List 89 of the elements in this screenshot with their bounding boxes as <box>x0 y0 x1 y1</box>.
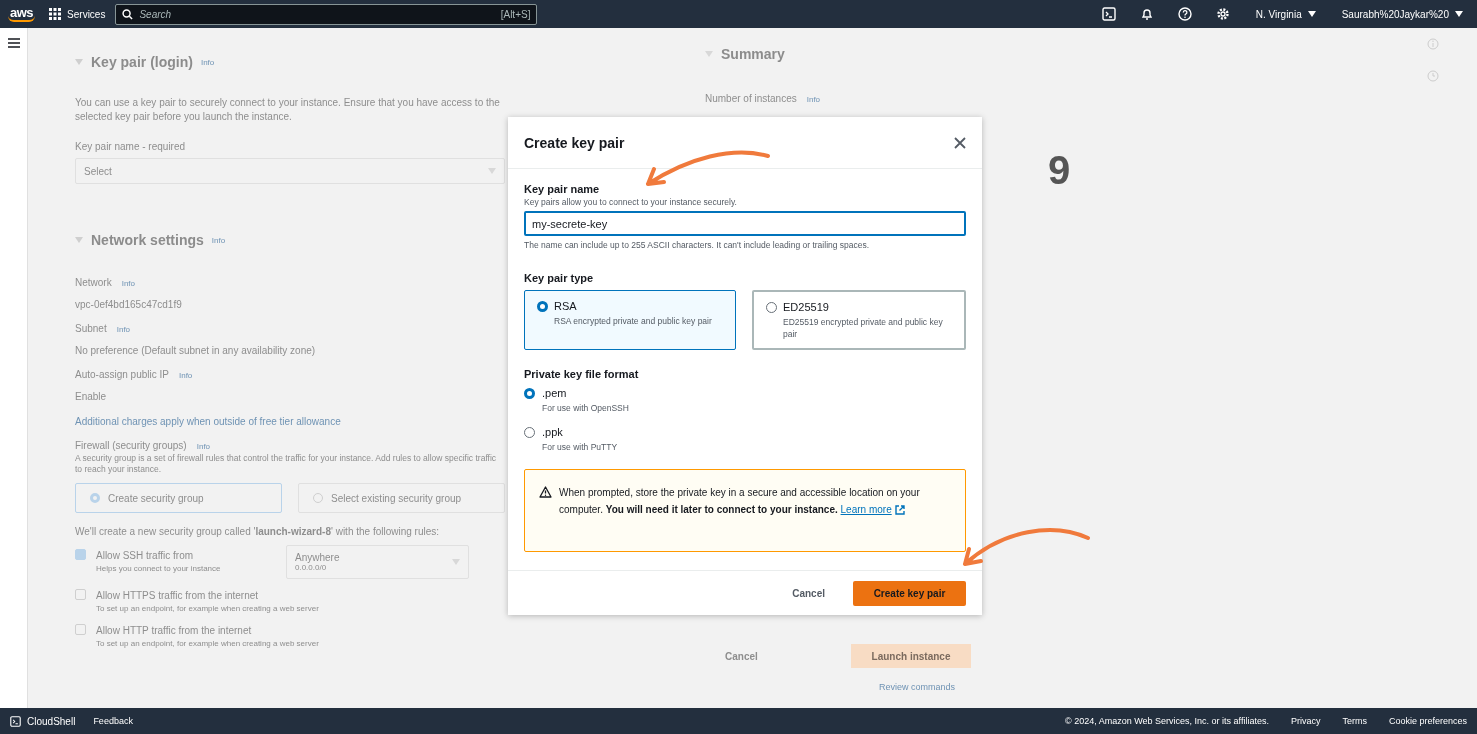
terminal-icon[interactable] <box>1101 7 1116 21</box>
external-link-icon <box>894 504 905 515</box>
field-label: Subnet <box>75 322 107 336</box>
info-link[interactable]: Info <box>211 235 226 245</box>
copyright-text: © 2024, Amazon Web Services, Inc. or its affiliates. <box>1065 716 1269 726</box>
caret-icon <box>705 51 713 57</box>
field-label: Private key file format <box>524 368 640 380</box>
rule-hint: To set up an endpoint, for example when creating a web server <box>96 638 319 649</box>
section-description: You can use a key pair to securely connect to your instance. Ensure that you have access to the selected key pair before you launch the instance. <box>75 96 501 124</box>
field-value: vpc-0ef4bd165c47cd1f9 <box>75 298 183 312</box>
rule-label: Allow SSH traffic from <box>96 549 195 563</box>
security-group-note: We'll create a new security group called 'launch-wizard-8' with the following rules: <box>75 525 441 539</box>
warning-text: When prompted, store the private key in a secure and accessible location on your computer. You will need it later to connect to your instance. Learn more <box>559 484 939 537</box>
create-key-pair-button[interactable]: Create key pair <box>853 580 966 606</box>
charges-note: Additional charges apply when outside of free tier allowance <box>75 416 342 427</box>
caret-icon <box>1455 11 1463 17</box>
dialog-title: Create key pair <box>524 134 625 151</box>
step-number: 9 <box>1048 148 1071 193</box>
help-icon[interactable] <box>1177 7 1192 21</box>
info-link[interactable]: Info <box>116 324 131 334</box>
cancel-button[interactable]: Cancel <box>725 650 758 662</box>
launch-instance-button[interactable]: Launch instance <box>851 644 971 668</box>
settings-icon[interactable] <box>1215 7 1230 21</box>
caret-icon <box>452 559 460 565</box>
terminal-icon <box>10 715 21 727</box>
radio-button[interactable] <box>524 388 535 399</box>
learn-more-link[interactable]: Learn more <box>840 501 905 518</box>
field-hint: The name can include up to 255 ASCII characters. It can't include leading or trailing spaces. <box>524 240 871 250</box>
section-title: Network settings <box>91 232 204 248</box>
field-label: Auto-assign public IP <box>75 368 169 382</box>
rule-label: Allow HTTP traffic from the internet <box>96 624 253 638</box>
field-description: Key pairs allow you to connect to your instance securely. <box>524 197 738 207</box>
region-menu[interactable]: N. Virginia <box>1255 8 1316 20</box>
account-menu[interactable]: Saurabh%20Jaykar%20 <box>1341 8 1463 20</box>
field-label: Key pair name - required <box>75 140 187 154</box>
option-label: .pem <box>542 387 568 399</box>
section-title: Summary <box>721 46 785 62</box>
security-group-option[interactable]: Select existing security group <box>298 483 505 513</box>
firewall-description: A security group is a set of firewall rules that control the traffic for your instance. Add rules to allow specific traffic to reach your instance. <box>75 453 498 475</box>
info-link[interactable]: Info <box>178 370 193 380</box>
review-commands-link[interactable]: Review commands <box>878 682 955 692</box>
footer-link[interactable]: Privacy <box>1290 716 1321 726</box>
key-pair-name-input[interactable]: my-secrete-key <box>524 211 966 236</box>
bell-icon[interactable] <box>1139 7 1154 21</box>
field-value: Enable <box>75 390 108 404</box>
field-label: Key pair name <box>524 183 601 195</box>
info-link[interactable]: Info <box>121 278 136 288</box>
rule-checkbox[interactable] <box>75 624 86 635</box>
info-link[interactable]: Info <box>200 57 215 67</box>
option-description: For use with PuTTY <box>542 441 618 453</box>
search-icon <box>122 8 134 20</box>
rule-hint: Helps you connect to your instance <box>96 563 221 574</box>
close-button[interactable] <box>954 136 966 149</box>
field-label: Number of instances <box>705 92 797 106</box>
option-label: .ppk <box>542 426 564 438</box>
info-link[interactable]: Info <box>806 94 821 104</box>
option-description: For use with OpenSSH <box>542 402 629 414</box>
caret-icon <box>75 59 83 65</box>
key-type-option[interactable]: ED25519 ED25519 encrypted private and public key pair <box>752 290 966 350</box>
caret-icon <box>1307 11 1316 17</box>
rule-label: Allow HTTPS traffic from the internet <box>96 589 260 603</box>
cloudshell-button[interactable]: CloudShell <box>10 715 76 727</box>
search-field[interactable]: Search [Alt+S] <box>115 3 538 25</box>
footer-link[interactable]: Terms <box>1342 716 1367 726</box>
warning-icon <box>539 486 552 498</box>
source-select[interactable]: Anywhere 0.0.0.0/0 <box>286 545 469 579</box>
rule-hint: To set up an endpoint, for example when creating a web server <box>96 603 319 614</box>
key-type-option[interactable]: RSA RSA encrypted private and public key pair <box>524 290 736 350</box>
footer-link[interactable]: Cookie preferences <box>1388 716 1467 726</box>
shortcut-hint: [Alt+S] <box>500 8 531 20</box>
caret-icon <box>75 237 83 243</box>
info-link[interactable]: Info <box>196 441 211 451</box>
field-label: Key pair type <box>524 272 595 284</box>
rule-checkbox[interactable] <box>75 549 86 560</box>
feedback-link[interactable]: Feedback <box>93 716 133 726</box>
section-title: Key pair (login) <box>91 54 193 70</box>
field-label: Firewall (security groups) <box>75 439 187 453</box>
field-label: Network <box>75 276 112 290</box>
services-button[interactable]: Services <box>49 8 106 20</box>
security-group-option[interactable]: Create security group <box>75 483 282 513</box>
logo[interactable]: aws <box>8 6 36 22</box>
key-pair-select[interactable]: Select <box>75 158 505 184</box>
menu-icon[interactable] <box>7 38 20 48</box>
grid-icon <box>49 8 62 20</box>
cancel-button[interactable]: Cancel <box>786 586 831 600</box>
radio-button[interactable] <box>524 427 535 438</box>
field-value: No preference (Default subnet in any availability zone) <box>75 344 317 358</box>
rule-checkbox[interactable] <box>75 589 86 600</box>
caret-icon <box>488 168 496 174</box>
